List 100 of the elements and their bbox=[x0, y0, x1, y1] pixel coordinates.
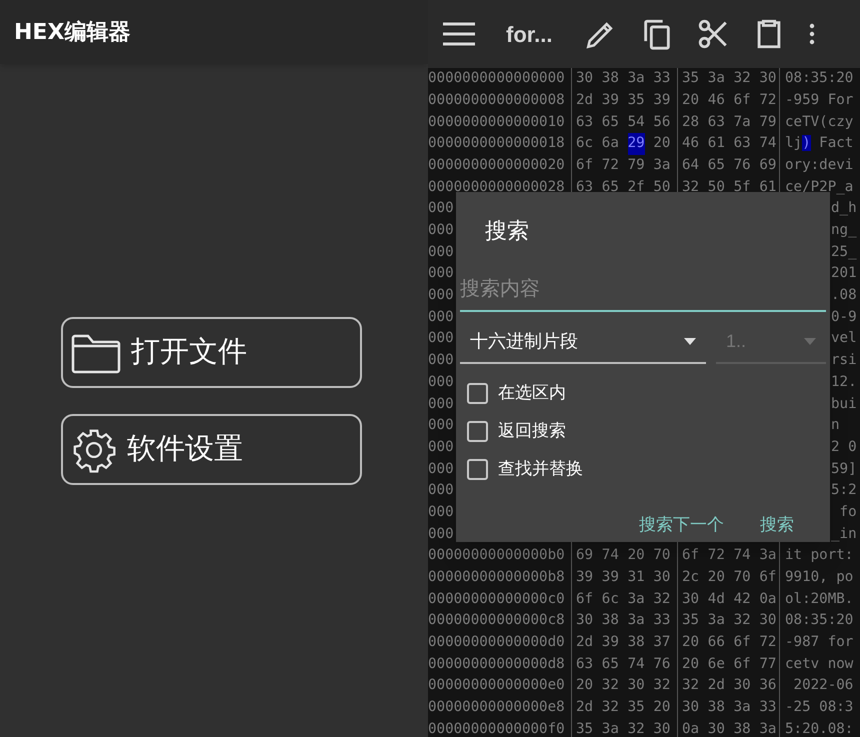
hex-address: 00000000000000c8 bbox=[428, 611, 565, 630]
hex-byte: 2f bbox=[628, 178, 645, 197]
text-preview: bui bbox=[831, 394, 857, 414]
checkbox[interactable] bbox=[467, 382, 488, 404]
open-file-button[interactable]: 打开文件 bbox=[61, 317, 362, 388]
hex-byte: 20 bbox=[682, 90, 700, 110]
text-preview: 0-9 bbox=[831, 308, 857, 327]
find-next-button[interactable]: 搜索下一个 bbox=[639, 512, 724, 538]
hex-byte: 66 bbox=[708, 633, 725, 652]
hex-address: 000 bbox=[428, 460, 454, 479]
hex-address: 00000000000000b8 bbox=[428, 568, 565, 587]
hex-byte: 39 bbox=[602, 633, 619, 652]
hex-address: 0000000000000028 bbox=[428, 178, 565, 197]
hex-byte: 30 bbox=[759, 69, 776, 88]
hex-byte: 42 bbox=[734, 590, 751, 609]
text-preview: _in bbox=[831, 524, 857, 544]
hex-address: 000 bbox=[428, 481, 454, 500]
hex-address: 0000000000000010 bbox=[428, 112, 565, 132]
hex-byte: 3a bbox=[628, 611, 645, 630]
hex-byte: 7a bbox=[734, 112, 751, 132]
hex-byte: 3a bbox=[759, 720, 776, 737]
checkbox-label: 返回搜索 bbox=[498, 420, 566, 442]
hex-address: 0000000000000020 bbox=[428, 156, 565, 175]
caret-icon bbox=[804, 338, 816, 344]
text-preview: 2022-06 bbox=[792, 676, 854, 696]
hex-address: 00000000000000c0 bbox=[428, 590, 565, 609]
hex-byte: 6a bbox=[602, 134, 619, 154]
hex-byte: 3a bbox=[653, 156, 670, 175]
text-preview: n bbox=[831, 416, 840, 436]
text-preview: 2 0 bbox=[831, 438, 857, 457]
text-preview: fo bbox=[838, 502, 857, 522]
hex-byte: 77 bbox=[759, 654, 776, 674]
hex-byte: 72 bbox=[759, 90, 776, 110]
hex-byte: 0a bbox=[759, 590, 776, 609]
hex-byte: 6e bbox=[708, 654, 725, 674]
more-icon[interactable] bbox=[808, 22, 816, 46]
hex-byte: 74 bbox=[734, 546, 751, 566]
hex-byte: 20 bbox=[653, 134, 670, 154]
hex-address: 0000000000000008 bbox=[428, 90, 565, 110]
hex-address: 000 bbox=[428, 372, 454, 392]
hex-byte: 65 bbox=[602, 178, 619, 197]
search-button[interactable]: 搜索 bbox=[760, 512, 794, 538]
hex-address: 000 bbox=[428, 438, 454, 457]
hex-byte: 65 bbox=[708, 156, 725, 175]
text-preview: -25 08:3 bbox=[785, 698, 854, 718]
hex-address: 00000000000000f0 bbox=[428, 720, 565, 737]
hex-byte: 32 bbox=[734, 69, 751, 88]
hex-byte: 20 bbox=[682, 654, 700, 674]
text-preview: 12. bbox=[831, 372, 857, 392]
hex-address: 000 bbox=[428, 524, 454, 544]
hex-address: 000 bbox=[428, 221, 454, 240]
hex-byte: 39 bbox=[576, 568, 594, 587]
hex-byte: 32 bbox=[602, 698, 619, 718]
hex-byte: 20 bbox=[628, 546, 645, 566]
hex-byte: 6f bbox=[734, 633, 751, 652]
hex-byte: 6c bbox=[602, 590, 619, 609]
hex-byte: 3a bbox=[628, 590, 645, 609]
hex-address: 000 bbox=[428, 502, 454, 522]
hex-byte: 32 bbox=[628, 720, 645, 737]
text-preview: 9910, po bbox=[785, 568, 854, 587]
app-title: HEX编辑器 bbox=[14, 18, 130, 46]
hex-address: 00000000000000e8 bbox=[428, 698, 565, 718]
dialog-title: 搜索 bbox=[485, 218, 529, 243]
text-preview: ceTV(czy bbox=[785, 112, 854, 132]
checkbox[interactable] bbox=[467, 458, 488, 480]
hex-address: 000 bbox=[428, 329, 454, 348]
search-field[interactable]: 搜索内容 bbox=[460, 268, 826, 312]
hex-byte: 35 bbox=[576, 720, 594, 737]
checkbox-label: 查找并替换 bbox=[498, 458, 583, 480]
hex-byte: 76 bbox=[734, 156, 751, 175]
hex-byte: 3a bbox=[602, 720, 619, 737]
hex-byte: 3a bbox=[759, 546, 776, 566]
settings-button[interactable]: 软件设置 bbox=[61, 414, 362, 485]
hex-byte: 4d bbox=[708, 590, 725, 609]
hex-byte: 2d bbox=[576, 633, 594, 652]
text-preview: ce/P2P_a bbox=[785, 178, 854, 197]
hex-byte: 79 bbox=[628, 156, 645, 175]
hex-byte: 70 bbox=[653, 546, 670, 566]
hex-byte: 5f bbox=[734, 178, 751, 197]
hex-byte: 20 bbox=[653, 698, 670, 718]
checkbox-label: 在选区内 bbox=[498, 382, 566, 404]
hex-byte: 74 bbox=[628, 654, 645, 674]
hex-byte: 30 bbox=[576, 69, 594, 88]
hex-byte: 76 bbox=[653, 654, 670, 674]
mode-dropdown[interactable]: 十六进制片段 bbox=[460, 320, 706, 364]
hex-byte: 33 bbox=[653, 611, 670, 630]
hex-byte: 30 bbox=[628, 676, 645, 696]
hex-byte: 20 bbox=[576, 676, 594, 696]
text-preview: d_h bbox=[831, 199, 857, 218]
hex-byte: 39 bbox=[602, 90, 619, 110]
hex-byte: 72 bbox=[759, 633, 776, 652]
text-preview: 08:35:20 bbox=[785, 69, 854, 88]
hex-byte: 38 bbox=[602, 611, 619, 630]
hex-byte: 30 bbox=[734, 676, 751, 696]
hex-byte: 61 bbox=[759, 178, 776, 197]
checkbox[interactable] bbox=[467, 420, 488, 442]
hex-byte: 30 bbox=[759, 611, 776, 630]
text-preview: ol:20MB. bbox=[785, 590, 854, 609]
text-preview: -987 for bbox=[785, 633, 854, 652]
hex-byte: 32 bbox=[682, 178, 700, 197]
